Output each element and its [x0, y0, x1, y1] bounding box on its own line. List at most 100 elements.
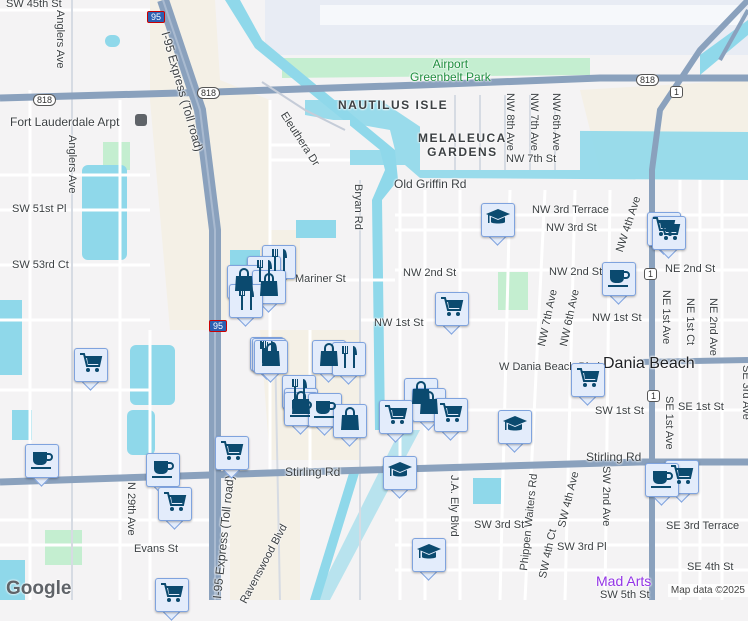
us-1-shield: 1 [644, 268, 658, 280]
cafe-icon [650, 467, 674, 494]
education-marker[interactable] [481, 203, 515, 246]
route-818-shield: 818 [636, 74, 660, 86]
us-1-shield: 1 [647, 390, 661, 402]
area-label-melaleuca-gardens: MELALEUCA GARDENS [418, 131, 507, 159]
street-label: SW 3rd Pl [557, 541, 607, 553]
cafe-marker[interactable] [25, 444, 59, 487]
marker-box [498, 410, 532, 444]
marker-box [434, 398, 468, 432]
street-label: J.A. Ely Blvd [448, 475, 460, 537]
street-label: Evans St [134, 543, 179, 555]
street-label: SW 51st Pl [12, 203, 67, 215]
shopping-icon [339, 406, 361, 436]
poi-mad-arts[interactable]: Mad Arts [596, 573, 651, 589]
route-818-shield: 818 [33, 94, 57, 106]
grocery-icon [384, 404, 408, 431]
marker-box [645, 463, 679, 497]
street-label: NW 2nd St [549, 266, 603, 278]
google-logo: Google [6, 578, 72, 599]
street-label: NW 7th St [506, 153, 557, 165]
grocery-marker[interactable] [155, 578, 189, 621]
street-label: SW 3rd St [474, 519, 525, 531]
street-label: SE 1st Ave [663, 396, 675, 450]
city-label-dania-beach[interactable]: Dania Beach [603, 355, 695, 373]
street-label: SE 3rd Terrace [666, 520, 740, 532]
marker-box [379, 400, 413, 434]
marker-box [74, 348, 108, 382]
marker-box [652, 216, 686, 250]
grocery-icon [440, 296, 464, 323]
education-marker[interactable] [412, 538, 446, 581]
street-label: SW 2nd Ave [600, 466, 612, 527]
marker-box [254, 340, 288, 374]
map-attribution[interactable]: Map data ©2025 [667, 584, 748, 597]
street-label: N 29th Ave [125, 482, 137, 536]
shopping-icon [260, 342, 282, 372]
education-icon [502, 414, 528, 441]
restaurant-icon [236, 287, 256, 316]
street-label: SE 3rd Ave [740, 365, 748, 420]
route-818-shield: 818 [197, 87, 221, 99]
street-label: NE 1st Ave [660, 290, 672, 345]
street-label: NW 3rd St [546, 222, 597, 234]
train-station-icon[interactable] [135, 114, 147, 126]
area-label-nautilus-isle: NAUTILUS ISLE [338, 98, 449, 112]
education-icon [485, 207, 511, 234]
street-label: Anglers Ave [66, 135, 78, 194]
grocery-marker[interactable] [652, 216, 686, 259]
street-label: Old Griffin Rd [394, 177, 467, 191]
street-label: SE 1st St [678, 401, 724, 413]
cafe-icon [30, 448, 54, 475]
restaurant-icon [339, 345, 359, 374]
street-label: NW 6th Ave [550, 93, 562, 151]
education-marker[interactable] [383, 456, 417, 499]
education-icon [387, 460, 413, 487]
grocery-marker[interactable] [379, 400, 413, 443]
street-label: NW 7th Ave [528, 93, 540, 151]
street-label: NW 3rd Terrace [532, 204, 609, 216]
education-icon [416, 542, 442, 569]
street-label: SW 45th St [6, 0, 62, 10]
education-marker[interactable] [498, 410, 532, 453]
street-label: SE 4th St [687, 561, 734, 573]
grocery-marker[interactable] [74, 348, 108, 391]
street-label: Anglers Ave [54, 10, 66, 69]
street-label: Bryan Rd [352, 184, 364, 230]
grocery-icon [163, 491, 187, 518]
street-label: SW 5th St [600, 589, 650, 601]
cafe-marker[interactable] [645, 463, 679, 506]
street-label: NE 2nd St [665, 263, 716, 275]
marker-box [602, 262, 636, 296]
park-label[interactable]: Airport Greenbelt Park [410, 58, 491, 84]
station-label[interactable]: Fort Lauderdale Arpt [10, 115, 119, 129]
marker-box [481, 203, 515, 237]
grocery-icon [576, 367, 600, 394]
grocery-marker[interactable] [158, 487, 192, 530]
street-label: NE 2nd Ave [707, 298, 719, 356]
street-label: NW 1st St [592, 312, 642, 324]
marker-box [383, 456, 417, 490]
marker-box [158, 487, 192, 521]
marker-box [215, 436, 249, 470]
marker-box [412, 538, 446, 572]
street-label: NW 2nd St [403, 267, 457, 279]
grocery-icon [657, 220, 681, 247]
street-label: NE 1st Ct [684, 298, 696, 346]
street-label: NW 8th Ave [504, 93, 516, 151]
grocery-marker[interactable] [434, 398, 468, 441]
cafe-icon [151, 457, 175, 484]
marker-box [155, 578, 189, 612]
grocery-marker[interactable] [215, 436, 249, 479]
cafe-marker[interactable] [602, 262, 636, 305]
i-95-shield: 95 [147, 11, 166, 23]
cafe-icon [607, 266, 631, 293]
street-label: Mariner St [295, 273, 346, 285]
grocery-marker[interactable] [571, 363, 605, 406]
shopping-marker[interactable] [333, 404, 367, 447]
grocery-marker[interactable] [435, 292, 469, 335]
street-label: NW 1st St [374, 317, 424, 329]
marker-box [25, 444, 59, 478]
marker-box [435, 292, 469, 326]
marker-box [333, 404, 367, 438]
street-label: Stirling Rd [285, 465, 341, 479]
